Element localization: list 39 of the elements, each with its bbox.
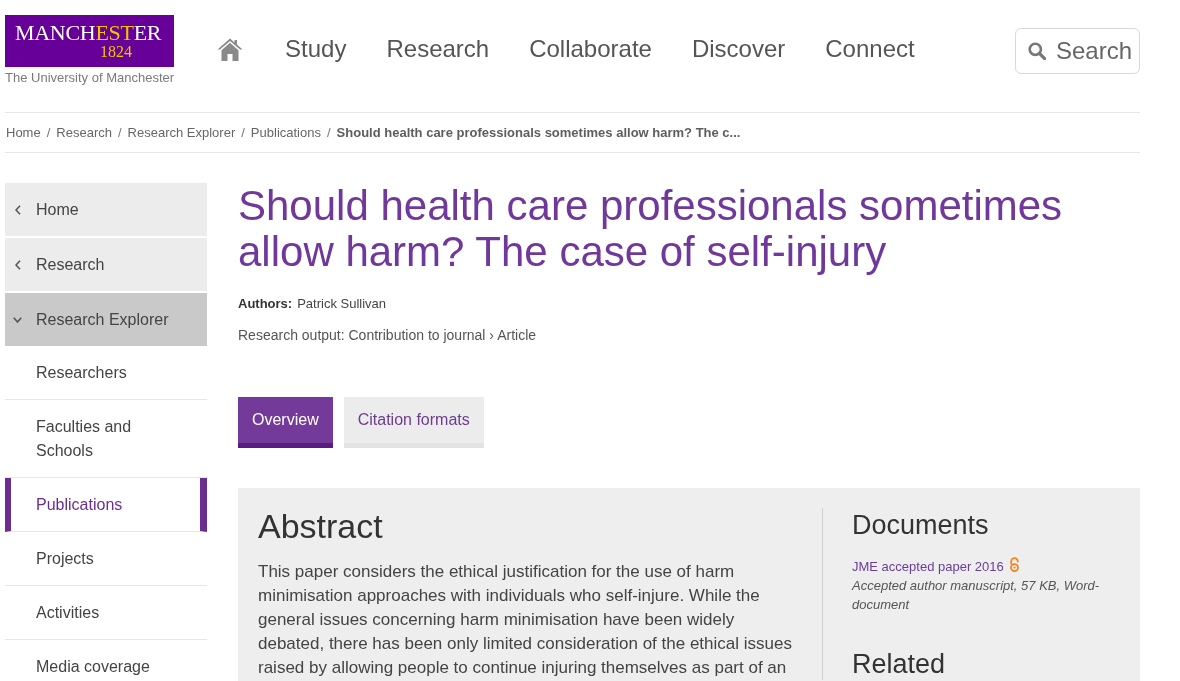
logo-year: 1824 (100, 44, 132, 60)
authors-label: Authors: (238, 296, 293, 311)
abstract-text: This paper considers the ethical justification for the use of harm minimisation approaches with individuals who self-injure. While the general issues concerning harm minimisation have been widely debated, there has been only limited consideration of the ethical issues raised by allowing people to continue injuring themselves as part of an (258, 561, 793, 679)
nav-link[interactable]: Research (386, 30, 490, 68)
sidebar-item[interactable]: Research (5, 238, 207, 291)
document-description: Accepted author manuscript, 57 KB, Word-document (852, 577, 1101, 614)
breadcrumb-separator: / (241, 125, 245, 140)
chevron-left-icon (15, 260, 21, 270)
breadcrumb-separator: / (326, 125, 331, 140)
home-icon[interactable] (217, 37, 244, 61)
document-link[interactable]: JME accepted paper 2016 (852, 557, 1004, 576)
nav-link[interactable]: Discover (691, 30, 786, 68)
breadcrumb-link[interactable]: Research Explorer (127, 125, 236, 140)
nav-link[interactable]: Study (285, 30, 347, 68)
breadcrumb-current: Should health care professionals sometimes allow harm? The c... (336, 125, 741, 140)
breadcrumb-link[interactable]: Home (6, 125, 41, 140)
search-button[interactable]: Search (1015, 28, 1140, 74)
tab[interactable]: Citation formats (343, 397, 484, 448)
logo-wordmark: MANCHESTER (15, 22, 162, 44)
breadcrumb-separator: / (117, 125, 122, 140)
research-output-type: Research output: Contribution to journal › Article (238, 326, 538, 345)
page-title: Should health care professionals sometimes allow harm? The case of self-injury (238, 183, 1064, 275)
documents-heading: Documents (852, 509, 990, 542)
nav-link[interactable]: Connect (825, 30, 915, 68)
search-icon (1028, 42, 1046, 60)
sidebar-item[interactable]: Publications (5, 478, 207, 532)
sidebar-item[interactable]: Home (5, 183, 207, 236)
sidebar-item[interactable]: Research Explorer (5, 293, 207, 346)
breadcrumb-link[interactable]: Publications (250, 125, 321, 140)
related-heading: Related (852, 648, 947, 680)
author-name: Patrick Sullivan (297, 296, 387, 311)
breadcrumb-separator: / (46, 125, 51, 140)
logo-tagline: The University of Manchester (5, 70, 175, 86)
abstract-heading: Abstract (258, 506, 384, 546)
logo-badge[interactable]: MANCHESTER 1824 (5, 15, 174, 67)
chevron-left-icon (15, 205, 21, 215)
nav-link[interactable]: Collaborate (529, 30, 652, 68)
tab[interactable]: Overview (238, 397, 333, 448)
breadcrumb-link[interactable]: Research (56, 125, 112, 140)
